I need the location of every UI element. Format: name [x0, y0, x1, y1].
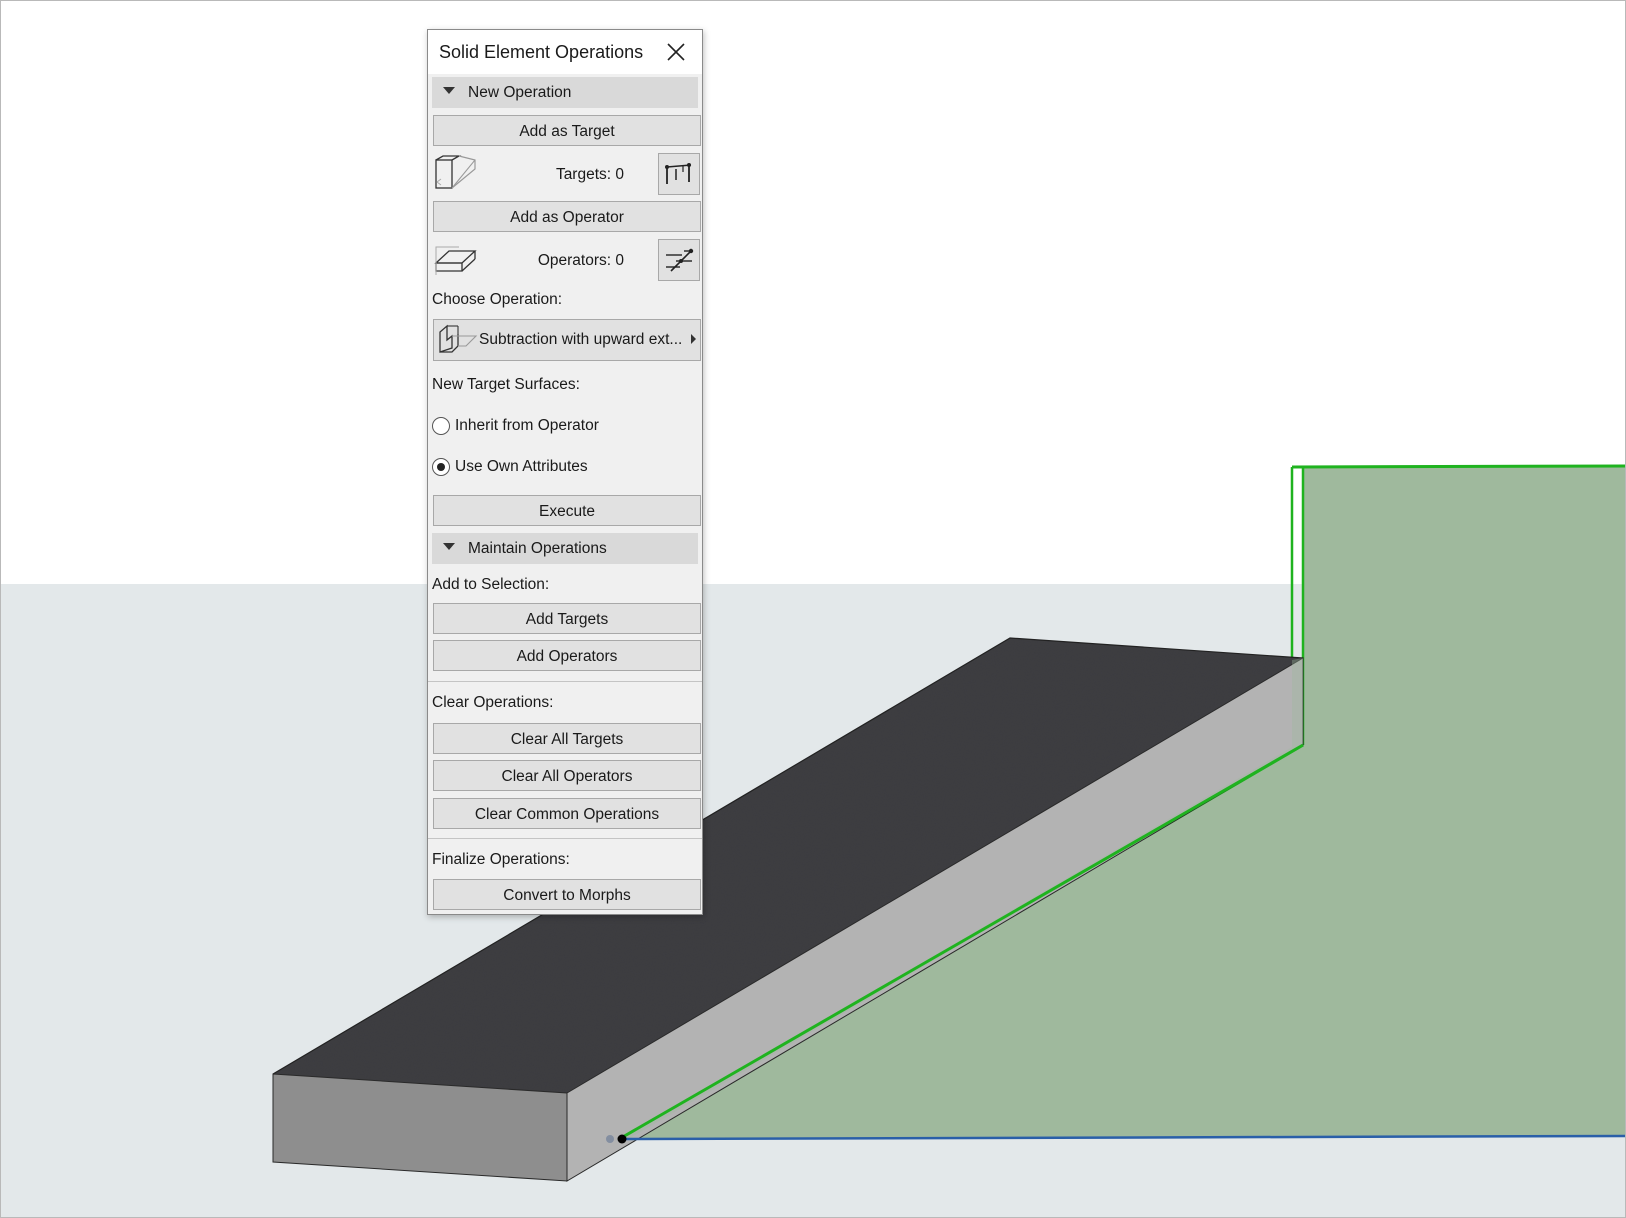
new-operation-section-header[interactable]: New Operation	[432, 77, 698, 108]
maintain-operations-section-header[interactable]: Maintain Operations	[432, 533, 698, 564]
section-divider	[428, 838, 702, 839]
section-divider	[428, 681, 702, 682]
new-target-surfaces-label: New Target Surfaces:	[432, 376, 580, 393]
radio-selected-dot	[436, 462, 445, 471]
inherit-from-operator-radio[interactable]	[432, 417, 450, 435]
new-operation-label: New Operation	[468, 84, 572, 101]
select-operators-icon	[666, 248, 694, 272]
choose-operation-label: Choose Operation:	[432, 291, 563, 308]
target-element-icon	[435, 155, 476, 189]
convert-to-morphs-button[interactable]: Convert to Morphs	[433, 879, 701, 910]
collapse-triangle-icon	[443, 543, 455, 550]
finalize-operations-label: Finalize Operations:	[432, 851, 570, 868]
choose-operation-value: Subtraction with upward ext...	[479, 331, 683, 348]
inherit-from-operator-label[interactable]: Inherit from Operator	[455, 417, 599, 435]
add-operators-button[interactable]: Add Operators	[433, 640, 701, 671]
palette-title-bar[interactable]: Solid Element Operations	[428, 30, 702, 74]
execute-button[interactable]: Execute	[433, 495, 701, 526]
3d-viewport[interactable]	[0, 0, 1626, 1218]
add-targets-button[interactable]: Add Targets	[433, 603, 701, 634]
select-operators-button[interactable]	[658, 239, 700, 281]
dropdown-arrow-icon	[691, 334, 696, 344]
clear-all-operators-button[interactable]: Clear All Operators	[433, 760, 701, 791]
add-as-target-button[interactable]: Add as Target	[433, 115, 701, 146]
subtraction-upward-icon	[439, 324, 478, 353]
operators-count: Operators: 0	[537, 252, 624, 269]
hotspot-point[interactable]	[617, 1134, 627, 1144]
choose-operation-dropdown[interactable]: Subtraction with upward ext...	[433, 319, 701, 361]
add-as-operator-button[interactable]: Add as Operator	[433, 201, 701, 232]
operator-element-icon	[434, 246, 477, 275]
clear-all-targets-button[interactable]: Clear All Targets	[433, 723, 701, 754]
solid-element-operations-palette: Solid Element Operations New Operation A…	[427, 29, 703, 915]
palette-title: Solid Element Operations	[439, 42, 644, 62]
close-icon[interactable]	[664, 40, 688, 64]
collapse-triangle-icon	[443, 87, 455, 94]
maintain-operations-label: Maintain Operations	[468, 540, 607, 557]
add-to-selection-label: Add to Selection:	[432, 576, 550, 593]
clear-operations-label: Clear Operations:	[432, 694, 554, 711]
select-targets-button[interactable]	[658, 153, 700, 195]
use-own-attributes-radio[interactable]	[432, 458, 450, 476]
slab-front-face[interactable]	[272, 1073, 568, 1182]
hotspot-point-ghost	[606, 1135, 614, 1143]
use-own-attributes-label[interactable]: Use Own Attributes	[455, 458, 588, 476]
operator-element-outline	[1291, 464, 1626, 469]
select-targets-icon	[665, 163, 692, 184]
targets-count: Targets: 0	[555, 166, 624, 183]
clear-common-operations-button[interactable]: Clear Common Operations	[433, 798, 701, 829]
